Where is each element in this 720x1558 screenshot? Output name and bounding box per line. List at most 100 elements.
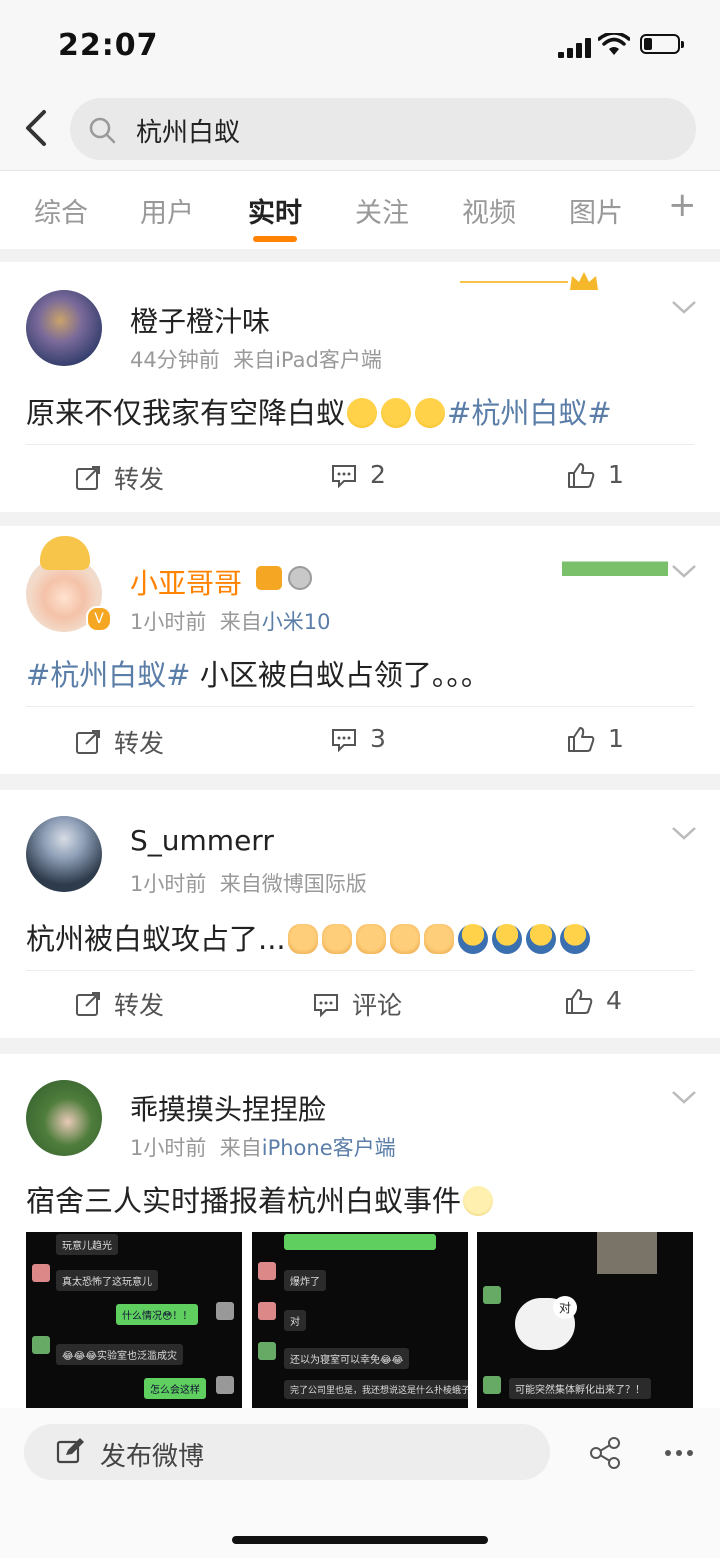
post-meta: 1小时前 来自小米10: [130, 606, 330, 636]
like-count: 4: [606, 986, 622, 1015]
comment-button[interactable]: 2: [330, 460, 386, 489]
post-text-body: 杭州被白蚁攻占了...: [26, 922, 286, 956]
like-button[interactable]: 4: [564, 986, 622, 1015]
sleepy-emoji-icon: [559, 924, 590, 954]
chat-bubble: 还以为寝室可以幸免😂😂: [284, 1348, 410, 1369]
post-time: 44分钟前: [130, 348, 220, 372]
add-tab-icon[interactable]: +: [668, 185, 697, 225]
more-options-icon[interactable]: [664, 1448, 694, 1458]
post-image-thumbnail[interactable]: 对 可能突然集体孵化出来了？！: [477, 1232, 693, 1408]
avatar[interactable]: [26, 1080, 102, 1156]
post-text-body: 原来不仅我家有空降白蚁: [26, 396, 346, 430]
chat-bubble: 玩意儿趋光: [56, 1234, 118, 1255]
post-from-label: 来自: [219, 1136, 262, 1160]
repost-button[interactable]: 转发: [74, 724, 164, 760]
avatar[interactable]: [26, 816, 102, 892]
chevron-down-icon[interactable]: [670, 298, 698, 316]
post-card[interactable]: V 小亚哥哥 1小时前 来自小米10 #杭州白蚁# 小区被白蚁占领了。。。 转发…: [0, 526, 720, 774]
divider: [26, 706, 694, 707]
cellular-signal-icon: [558, 38, 592, 58]
repost-icon: [76, 730, 100, 754]
chat-bubble: 怎么会这样: [144, 1378, 206, 1399]
tab-images[interactable]: 图片: [569, 191, 623, 230]
post-text-body: 小区被白蚁占领了。。。: [190, 658, 490, 692]
chat-bubble: 真太恐怖了这玩意儿: [56, 1270, 158, 1291]
chat-avatar: [32, 1264, 50, 1282]
comment-icon: [332, 728, 356, 752]
post-card[interactable]: 橙子橙汁味 44分钟前 来自iPad客户端 原来不仅我家有空降白蚁 #杭州白蚁# …: [0, 262, 720, 512]
post-username[interactable]: S_ummerr: [130, 824, 274, 857]
tab-comprehensive[interactable]: 综合: [34, 191, 88, 230]
post-text: 原来不仅我家有空降白蚁 #杭州白蚁#: [26, 390, 612, 432]
repost-icon: [76, 466, 100, 490]
comment-button[interactable]: 3: [330, 724, 386, 753]
doge-emoji-icon: [321, 924, 352, 954]
repost-label: 转发: [114, 729, 165, 758]
tab-users[interactable]: 用户: [140, 191, 194, 230]
avatar-pendant-decoration-icon: [40, 536, 90, 570]
post-card[interactable]: S_ummerr 1小时前 来自微博国际版 杭州被白蚁攻占了... 转发 评论 …: [0, 790, 720, 1038]
compose-label: 发布微博: [100, 1442, 205, 1472]
search-input[interactable]: 杭州白蚁: [70, 98, 696, 160]
chevron-down-icon[interactable]: [670, 824, 698, 842]
like-button[interactable]: 1: [566, 460, 624, 489]
post-image-thumbnail[interactable]: 玩意儿趋光 真太恐怖了这玩意儿 什么情况😳！！ 😂😂😂实验室也泛滥成灾 怎么会这…: [26, 1232, 242, 1408]
repost-label: 转发: [114, 991, 165, 1020]
chat-avatar: [258, 1302, 276, 1320]
comment-count: 2: [370, 460, 386, 489]
battery-icon: [640, 34, 684, 54]
post-meta: 1小时前 来自iPhone客户端: [130, 1132, 396, 1162]
active-tab-indicator: [253, 236, 297, 242]
repost-label: 转发: [114, 465, 165, 494]
post-source[interactable]: iPhone客户端: [262, 1136, 396, 1160]
post-username[interactable]: 橙子橙汁味: [130, 300, 270, 340]
repost-button[interactable]: 转发: [74, 986, 164, 1022]
like-count: 1: [608, 460, 624, 489]
crying-emoji-icon: [381, 398, 412, 428]
post-time: 1小时前: [130, 1136, 207, 1160]
post-image-thumbnail[interactable]: 爆炸了 对 还以为寝室可以幸免😂😂 完了公司里也是，我还想说这是什么扑棱蛾子: [252, 1232, 468, 1408]
topic-link[interactable]: #杭州白蚁#: [26, 658, 191, 692]
share-icon[interactable]: [588, 1436, 622, 1470]
chevron-down-icon[interactable]: [670, 1088, 698, 1106]
post-username[interactable]: 乖摸摸头捏捏脸: [130, 1088, 326, 1128]
thumbs-up-icon: [568, 726, 595, 752]
chat-photo: [597, 1232, 657, 1274]
status-bar: 22:07: [0, 0, 720, 90]
repost-button[interactable]: 转发: [74, 460, 164, 496]
chevron-down-icon[interactable]: [670, 562, 698, 580]
tab-realtime[interactable]: 实时: [248, 191, 302, 230]
comment-button[interactable]: 评论: [312, 986, 402, 1022]
chat-avatar: [258, 1342, 276, 1360]
like-button[interactable]: 1: [566, 724, 624, 753]
post-time: 1小时前: [130, 872, 207, 896]
comment-count: 3: [370, 724, 386, 753]
post-username[interactable]: 小亚哥哥: [130, 562, 242, 602]
topic-link[interactable]: #杭州白蚁#: [447, 396, 612, 430]
crying-emoji-icon: [415, 398, 446, 428]
avatar[interactable]: [26, 290, 102, 366]
wifi-icon: [598, 33, 630, 55]
post-source[interactable]: 小米10: [262, 610, 331, 634]
tab-videos[interactable]: 视频: [462, 191, 516, 230]
post-from-label: 来自: [233, 348, 276, 372]
chat-bubble: 😂😂😂实验室也泛滥成灾: [56, 1344, 184, 1365]
crown-decoration-icon: [460, 272, 598, 290]
comment-icon: [314, 994, 338, 1018]
chat-avatar: [483, 1286, 501, 1304]
chat-bubble: [284, 1234, 436, 1250]
medal-icon: [288, 566, 312, 590]
back-arrow-icon[interactable]: [20, 108, 56, 148]
tab-following[interactable]: 关注: [355, 191, 409, 230]
sticker-text: 对: [553, 1296, 578, 1319]
post-from-label: 来自: [219, 872, 262, 896]
home-indicator: [232, 1536, 488, 1544]
doge-emoji-icon: [389, 924, 420, 954]
post-meta: 44分钟前 来自iPad客户端: [130, 344, 382, 374]
post-time: 1小时前: [130, 610, 207, 634]
compose-button[interactable]: 发布微博: [24, 1424, 550, 1480]
search-query: 杭州白蚁: [136, 118, 241, 148]
sleepy-emoji-icon: [457, 924, 488, 954]
verified-badge-icon: V: [86, 606, 112, 632]
chat-bubble: 完了公司里也是，我还想说这是什么扑棱蛾子: [284, 1380, 468, 1399]
